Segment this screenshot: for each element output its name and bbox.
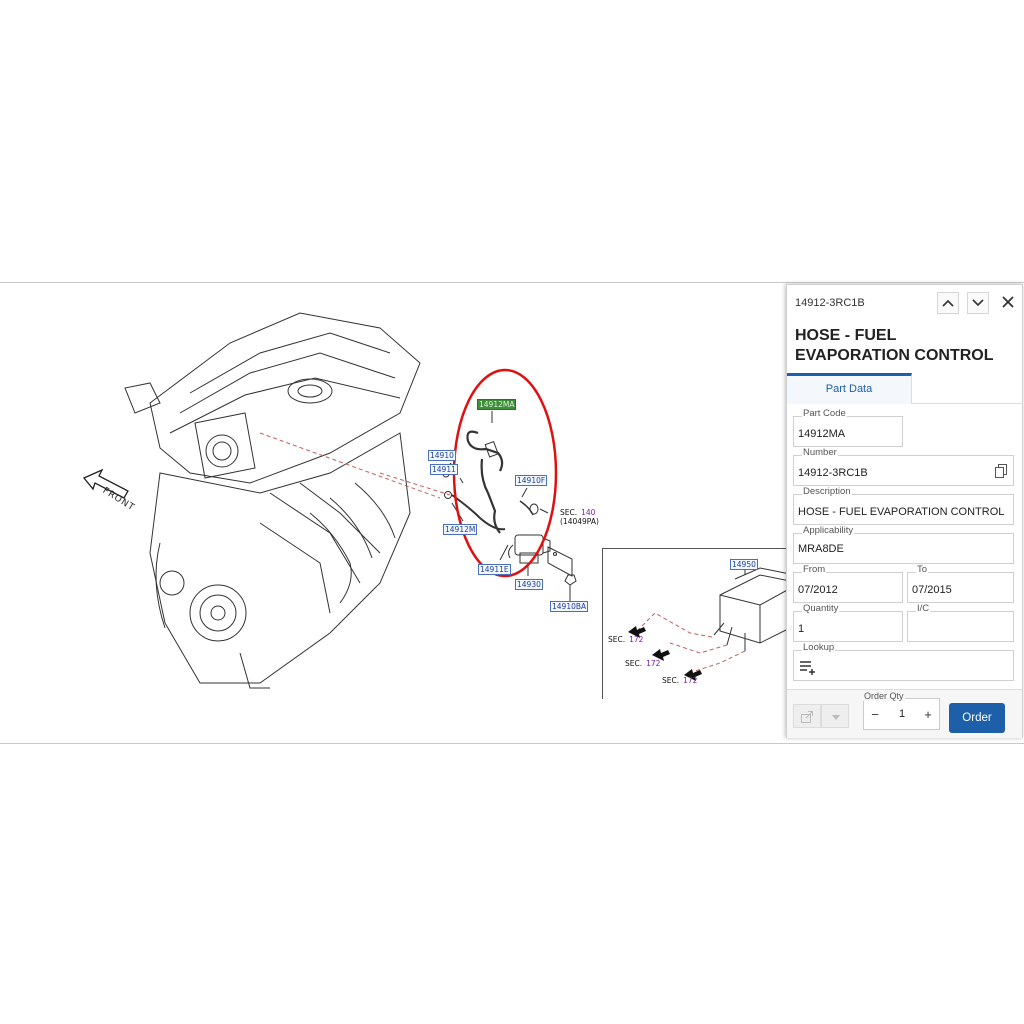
part-detail-panel: 14912-3RC1B HOSE - FUEL EVAPORATION CONT… xyxy=(786,284,1023,738)
sec-number: 172 xyxy=(646,659,661,668)
sec-140-ref[interactable]: SEC. 140 (14049PA) xyxy=(560,508,599,526)
sec-number: 172 xyxy=(683,676,698,685)
from-label: From xyxy=(802,564,827,575)
number-label: Number xyxy=(802,447,838,458)
qty-decrement-button[interactable]: − xyxy=(868,708,882,722)
quantity-value: 1 xyxy=(798,623,805,635)
share-icon xyxy=(801,711,813,723)
sec-prefix: SEC. xyxy=(625,659,643,668)
order-qty-value[interactable]: 1 xyxy=(894,708,910,720)
callout-14950[interactable]: 14950 xyxy=(730,559,758,570)
panel-part-code: 14912-3RC1B xyxy=(795,297,865,309)
part-code-field[interactable]: Part Code 14912MA xyxy=(793,408,903,447)
callout-14910[interactable]: 14910 xyxy=(428,450,456,461)
sec-number: 140 xyxy=(581,508,596,517)
sec-172-ref-2[interactable]: SEC. 172 xyxy=(625,659,660,668)
qty-increment-button[interactable]: + xyxy=(921,708,935,722)
panel-title: HOSE - FUEL EVAPORATION CONTROL xyxy=(795,327,994,364)
description-label: Description xyxy=(802,486,852,497)
applicability-label: Applicability xyxy=(802,525,855,536)
sec-prefix: SEC. xyxy=(662,676,680,685)
to-label: To xyxy=(916,564,929,575)
panel-header: 14912-3RC1B xyxy=(787,285,1022,319)
callout-14910F[interactable]: 14910F xyxy=(515,475,548,486)
number-field[interactable]: Number 14912-3RC1B xyxy=(793,447,1014,486)
tab-bar: Part Data xyxy=(787,373,1022,404)
inset-view xyxy=(602,548,803,699)
dropdown-arrow-icon xyxy=(832,715,840,720)
order-qty-stepper[interactable]: − 1 + xyxy=(863,698,940,730)
to-value: 07/2015 xyxy=(912,584,952,596)
chevron-up-icon xyxy=(942,299,954,307)
sec-172-ref-3[interactable]: SEC. 172 xyxy=(662,676,697,685)
lookup-field[interactable]: Lookup xyxy=(793,642,1014,681)
share-dropdown-button[interactable] xyxy=(821,704,849,728)
quantity-label: Quantity xyxy=(802,603,840,614)
applicability-field[interactable]: Applicability MRA8DE xyxy=(793,525,1014,564)
previous-part-button[interactable] xyxy=(937,292,959,314)
description-field[interactable]: Description HOSE - FUEL EVAPORATION CONT… xyxy=(793,486,1014,525)
ic-label: I/C xyxy=(916,603,931,614)
next-part-button[interactable] xyxy=(967,292,989,314)
part-code-label: Part Code xyxy=(802,408,847,419)
sec-172-ref-1[interactable]: SEC. 172 xyxy=(608,635,643,644)
callout-14910BA[interactable]: 14910BA xyxy=(550,601,589,612)
share-button[interactable] xyxy=(793,704,821,728)
callout-14912M[interactable]: 14912M xyxy=(443,524,478,535)
panel-footer: − 1 + Order Qty Order xyxy=(787,689,1022,738)
sec-number: 172 xyxy=(629,635,644,644)
chevron-down-icon xyxy=(972,299,984,307)
applicability-value: MRA8DE xyxy=(798,543,844,555)
lookup-label: Lookup xyxy=(802,642,836,653)
add-to-list-icon[interactable] xyxy=(799,660,817,676)
description-value: HOSE - FUEL EVAPORATION CONTROL xyxy=(798,506,1005,518)
sec-sub: (14049PA) xyxy=(560,517,599,526)
callout-14911[interactable]: 14911 xyxy=(430,464,458,475)
order-qty-label: Order Qty xyxy=(863,691,905,701)
callout-14912MA[interactable]: 14912MA xyxy=(477,399,517,410)
from-field[interactable]: From 07/2012 xyxy=(793,564,903,603)
callout-14930[interactable]: 14930 xyxy=(515,579,543,590)
to-field[interactable]: To 07/2015 xyxy=(907,564,1014,603)
quantity-field[interactable]: Quantity 1 xyxy=(793,603,903,642)
copy-icon[interactable] xyxy=(995,464,1007,478)
sec-prefix: SEC. xyxy=(608,635,626,644)
close-icon[interactable] xyxy=(1000,294,1016,310)
ic-field[interactable]: I/C xyxy=(907,603,1014,642)
number-value: 14912-3RC1B xyxy=(798,467,868,479)
callout-14911E[interactable]: 14911E xyxy=(478,564,511,575)
sec-prefix: SEC. xyxy=(560,508,578,517)
order-button[interactable]: Order xyxy=(949,703,1005,733)
from-value: 07/2012 xyxy=(798,584,838,596)
tab-part-data[interactable]: Part Data xyxy=(787,373,912,404)
part-code-value: 14912MA xyxy=(798,428,846,440)
